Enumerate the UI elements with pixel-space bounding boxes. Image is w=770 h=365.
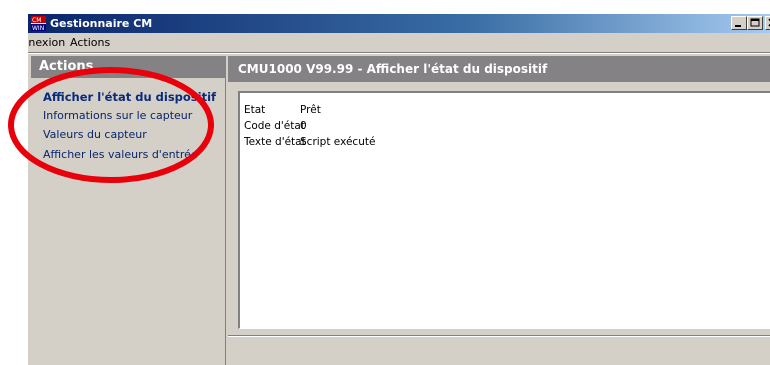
minimize-icon[interactable] xyxy=(731,16,747,30)
sidebar-item-valeurs-capteur[interactable]: Valeurs du capteur xyxy=(43,128,147,142)
menu-bar: Connexion Actions xyxy=(28,33,770,52)
field-value: Prêt xyxy=(300,104,321,116)
app-window: CM WIN Gestionnaire CM Connexion Actions… xyxy=(28,14,770,365)
field-value: Script exécuté xyxy=(300,136,376,148)
field-key: Etat xyxy=(244,104,266,116)
close-icon[interactable] xyxy=(765,16,770,30)
menu-divider xyxy=(28,52,770,54)
status-output[interactable]: Etat Prêt Code d'état 0 Texte d'état Scr… xyxy=(238,91,770,329)
main-header-title: CMU1000 V99.99 - Afficher l'état du disp… xyxy=(238,62,548,76)
sidebar-item-valeurs-entree[interactable]: Afficher les valeurs d'entrée xyxy=(43,148,198,162)
title-bar[interactable]: CM WIN Gestionnaire CM xyxy=(28,14,770,33)
actions-sidebar: Actions Afficher l'état du dispositif In… xyxy=(31,56,226,365)
svg-text:CM: CM xyxy=(32,17,41,24)
sidebar-item-afficher-etat[interactable]: Afficher l'état du dispositif xyxy=(43,90,216,104)
sidebar-item-informations-capteur[interactable]: Informations sur le capteur xyxy=(43,109,192,123)
field-key: Texte d'état xyxy=(244,136,306,148)
menu-connexion[interactable]: Connexion xyxy=(28,36,65,49)
field-value: 0 xyxy=(300,120,307,132)
menu-actions[interactable]: Actions xyxy=(70,36,110,49)
main-header: CMU1000 V99.99 - Afficher l'état du disp… xyxy=(228,56,770,82)
sidebar-header-label: Actions xyxy=(39,59,94,74)
cm-app-icon: CM WIN xyxy=(31,16,46,31)
field-key: Code d'état xyxy=(244,120,305,132)
maximize-icon[interactable] xyxy=(747,16,763,30)
main-panel: CMU1000 V99.99 - Afficher l'état du disp… xyxy=(228,56,770,365)
svg-text:WIN: WIN xyxy=(32,25,44,31)
sidebar-header: Actions xyxy=(31,56,225,78)
bottom-divider xyxy=(228,335,770,337)
window-title: Gestionnaire CM xyxy=(50,17,153,30)
